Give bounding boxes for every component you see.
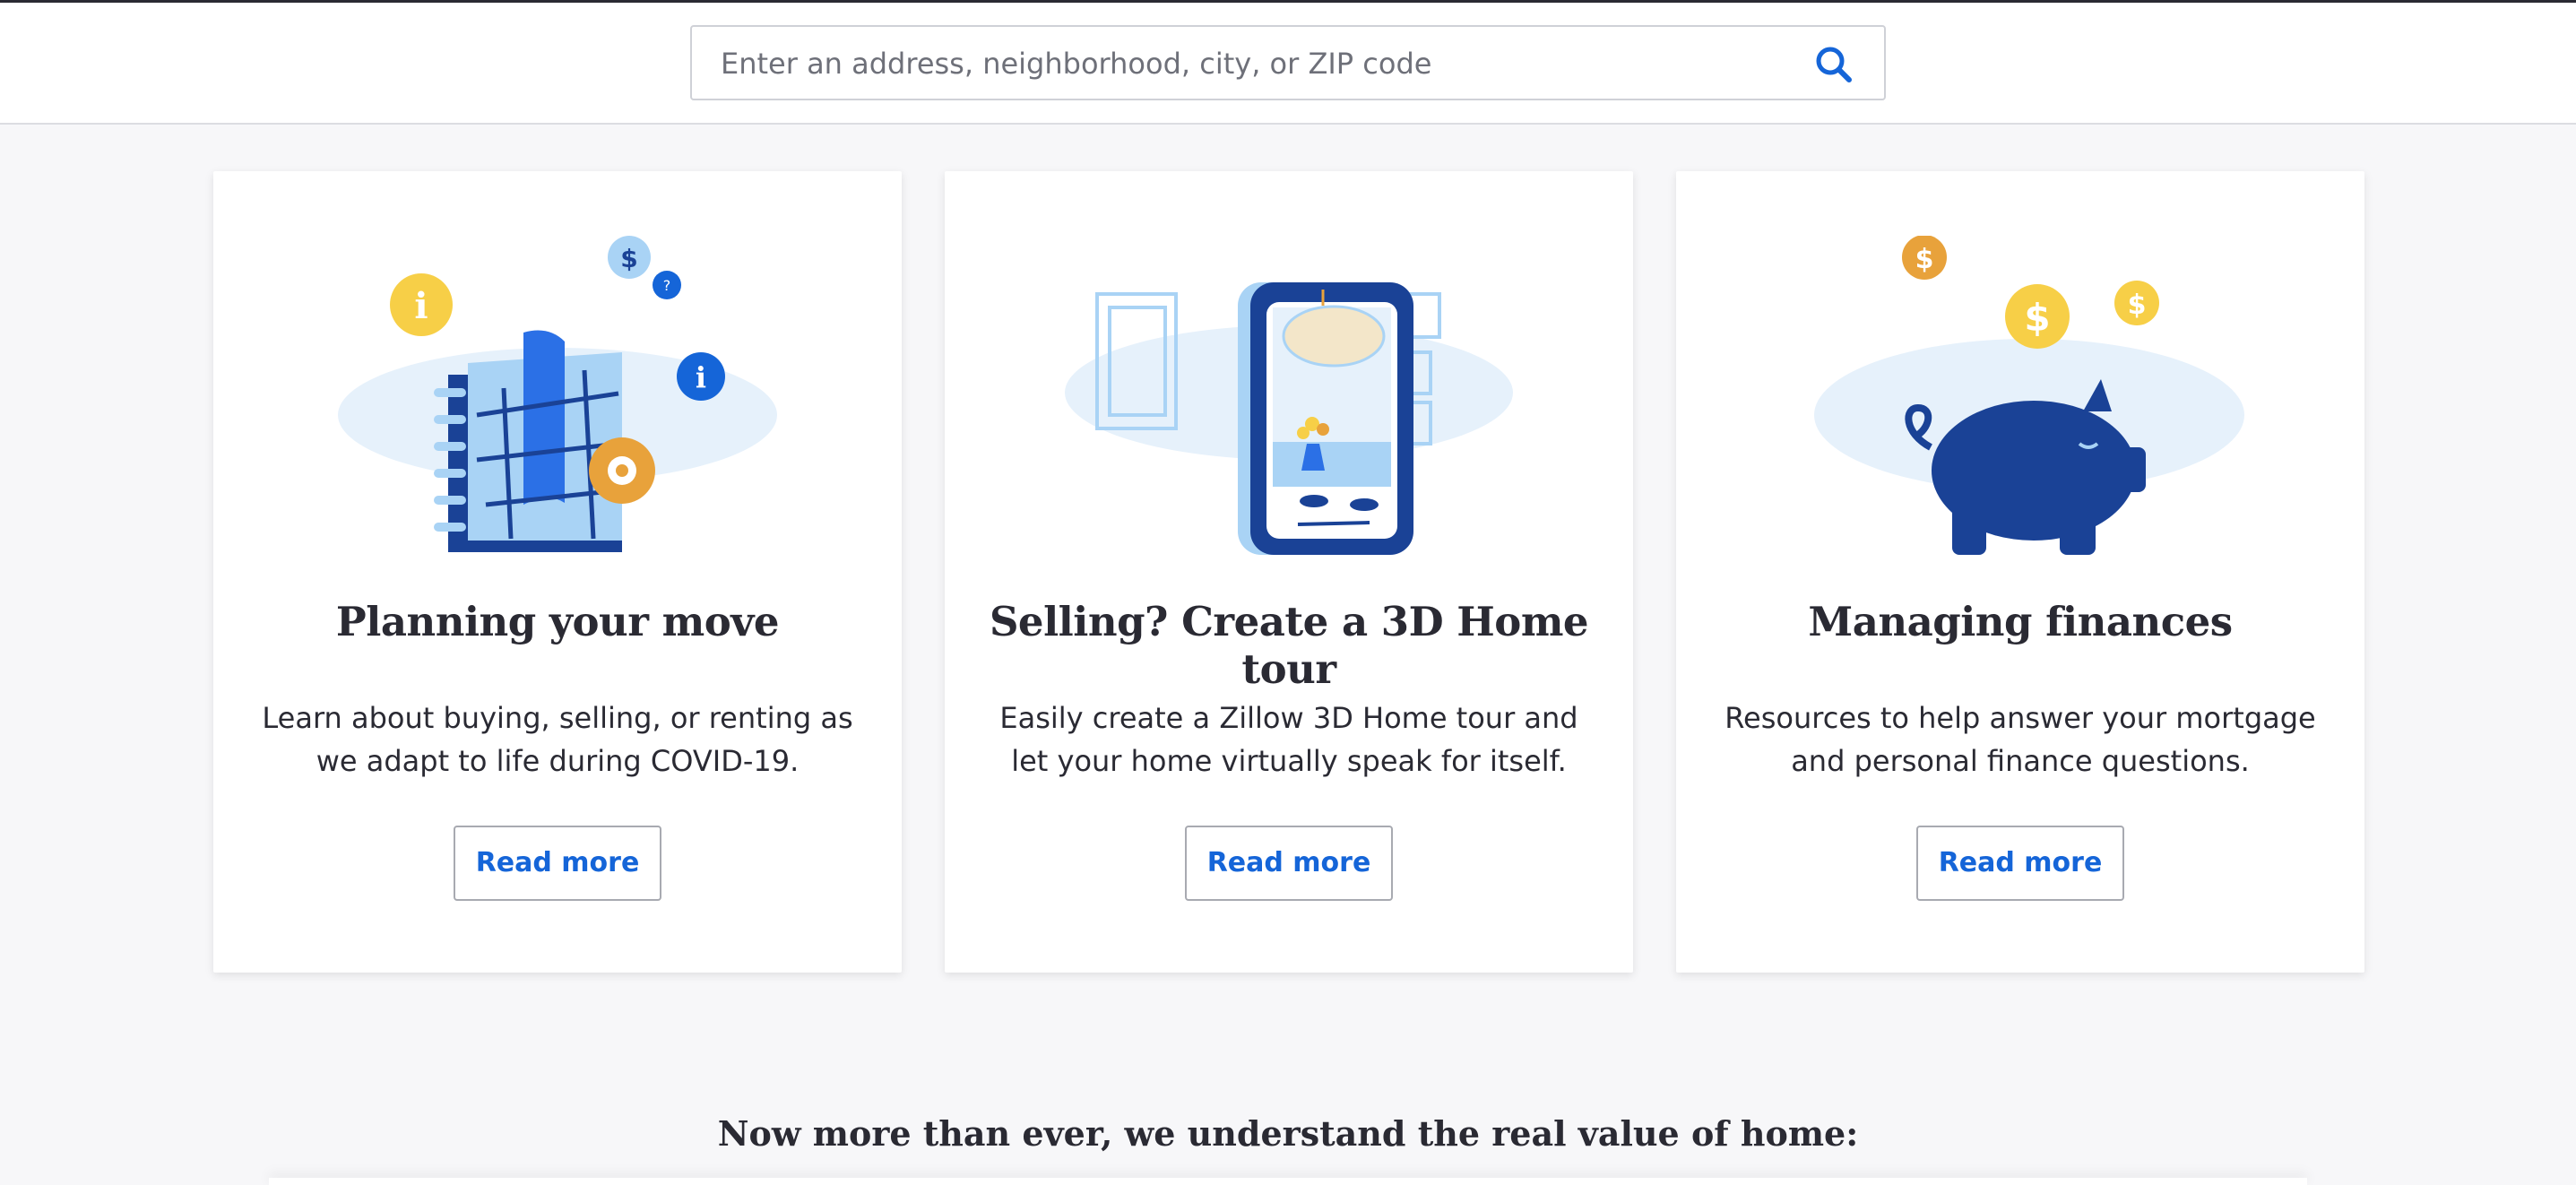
card-title: Selling? Create a 3D Home tour (989, 598, 1589, 693)
svg-text:$: $ (620, 244, 637, 273)
phone-home-tour-icon (1065, 282, 1513, 555)
svg-text:i: i (414, 285, 428, 327)
section-panel-edge (269, 1178, 2307, 1185)
search-box (690, 25, 1886, 100)
svg-text:$: $ (2024, 296, 2050, 340)
card-description: Learn about buying, selling, or renting … (262, 701, 853, 778)
read-more-button[interactable]: Read more (1185, 826, 1393, 901)
svg-text:$: $ (1915, 244, 1934, 275)
piggy-bank-icon: $ $ $ (1814, 236, 2244, 555)
card-description: Resources to help answer your mortgage a… (1725, 701, 2316, 778)
search-icon[interactable] (1814, 45, 1854, 84)
card-title: Planning your move (335, 598, 780, 645)
card-description: Easily create a Zillow 3D Home tour and … (999, 701, 1578, 778)
notebook-icon: $ ? i i (338, 236, 777, 552)
card-title: Managing finances (1808, 598, 2233, 645)
read-more-button[interactable]: Read more (1916, 826, 2124, 901)
read-more-button[interactable]: Read more (454, 826, 661, 901)
card-managing-finances: $ $ $ Managing finances Resources to hel… (1676, 171, 2364, 973)
section-heading: Now more than ever, we understand the re… (717, 1113, 1859, 1154)
svg-text:i: i (696, 360, 706, 394)
header (0, 3, 2576, 125)
search-input[interactable] (719, 27, 1780, 100)
card-planning-move: $ ? i i Planning your move Learn about b… (213, 171, 902, 973)
svg-text:?: ? (663, 277, 671, 294)
card-3d-home-tour: Selling? Create a 3D Home tour Easily cr… (945, 171, 1633, 973)
svg-text:$: $ (2128, 290, 2147, 321)
